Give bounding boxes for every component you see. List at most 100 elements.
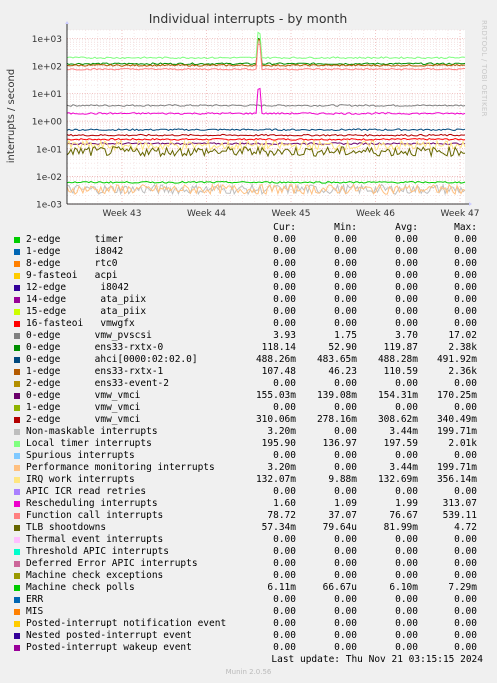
legend-min: 0.00 — [334, 558, 357, 569]
legend-cur: 0.00 — [273, 282, 296, 293]
legend-min: 0.00 — [334, 246, 357, 257]
legend-row: Threshold APIC interrupts 0.00 0.00 0.00 0.0… — [0, 546, 497, 558]
legend-label: Performance monitoring interrupts — [26, 462, 215, 473]
legend-row: 16-fasteoi vmwgfx 0.00 0.00 0.00 0.00 — [0, 318, 497, 330]
legend-min: 139.08m — [316, 390, 357, 401]
legend-cur: 6.11m — [267, 582, 296, 593]
legend-row: 2-edge vmw_vmci 310.06m 278.16m 308.62m 340.… — [0, 414, 497, 426]
header-cur: Cur: — [273, 222, 296, 233]
legend-min: 0.00 — [334, 426, 357, 437]
legend-cur: 0.00 — [273, 630, 296, 641]
legend-row: Non-maskable interrupts 3.20m 0.00 3.44m 199… — [0, 426, 497, 438]
legend-swatch — [14, 441, 20, 447]
legend-label: 2-edge ens33-event-2 — [26, 378, 169, 389]
legend-label: Deferred Error APIC interrupts — [26, 558, 198, 569]
legend-cur: 0.00 — [273, 246, 296, 257]
legend-max: 0.00 — [454, 618, 477, 629]
legend-max: 0.00 — [454, 606, 477, 617]
legend-min: 79.64u — [322, 522, 357, 533]
legend-row: APIC ICR read retries 0.00 0.00 0.00 0.00 — [0, 486, 497, 498]
y-tick-label: 1e+03 — [32, 35, 62, 45]
legend-swatch — [14, 477, 20, 483]
legend-swatch — [14, 573, 20, 579]
legend-swatch — [14, 393, 20, 399]
chart-title: Individual interrupts - by month — [149, 11, 348, 26]
legend-label: 1-edge ens33-rxtx-1 — [26, 366, 164, 377]
legend-max: 17.02 — [448, 330, 477, 341]
legend-row: Posted-interrupt wakeup event 0.00 0.00 0.0… — [0, 642, 497, 654]
legend-label: ERR — [26, 594, 44, 605]
legend-swatch — [14, 369, 20, 375]
legend-max: 0.00 — [454, 270, 477, 281]
x-tick-label: Week 44 — [187, 209, 226, 218]
chart-area: Individual interrupts - by month interru… — [6, 11, 480, 218]
legend-row: ERR 0.00 0.00 0.00 0.00 — [0, 594, 497, 606]
x-tick-label: Week 46 — [356, 209, 395, 218]
legend-label: Threshold APIC interrupts — [26, 546, 169, 557]
legend-min: 136.97 — [322, 438, 357, 449]
legend-label: Nested posted-interrupt event — [26, 630, 192, 641]
legend-swatch — [14, 405, 20, 411]
x-tick-label: Week 47 — [441, 209, 480, 218]
legend-cur: 310.06m — [255, 414, 296, 425]
legend-swatch — [14, 249, 20, 255]
legend-label: Function call interrupts — [26, 510, 164, 521]
legend-label: 0-edge ens33-rxtx-0 — [26, 342, 164, 353]
y-tick-label: 1e-01 — [36, 145, 62, 155]
legend-swatch — [14, 345, 20, 351]
legend-cur: 0.00 — [273, 306, 296, 317]
legend-label: 9-fasteoi acpi — [26, 270, 118, 281]
legend-cur: 78.72 — [267, 510, 296, 521]
legend-cur: 3.20m — [267, 462, 296, 473]
legend-min: 37.07 — [328, 510, 357, 521]
legend-min: 0.00 — [334, 570, 357, 581]
legend-row: 0-edge vmw_vmci 155.03m 139.08m 154.31m 170.… — [0, 390, 497, 402]
legend-min: 0.00 — [334, 378, 357, 389]
legend-max: 0.00 — [454, 282, 477, 293]
legend-row: Deferred Error APIC interrupts 0.00 0.00 0.… — [0, 558, 497, 570]
legend-cur: 195.90 — [261, 438, 296, 449]
legend-max: 340.49m — [436, 414, 477, 425]
legend-row: Posted-interrupt notification event 0.00 0… — [0, 618, 497, 630]
legend-cur: 0.00 — [273, 378, 296, 389]
legend-label: Posted-interrupt wakeup event — [26, 642, 192, 653]
legend-cur: 1.60 — [273, 498, 296, 509]
legend-min: 0.00 — [334, 258, 357, 269]
legend-label: Posted-interrupt notification event — [26, 618, 227, 629]
legend-row: Thermal event interrupts 0.00 0.00 0.00 0.00 — [0, 534, 497, 546]
legend-row: 9-fasteoi acpi 0.00 0.00 0.00 0.00 — [0, 270, 497, 282]
legend-cur: 0.00 — [273, 570, 296, 581]
legend-min: 9.88m — [328, 474, 357, 485]
legend-swatch — [14, 417, 20, 423]
legend-label: 16-fasteoi vmwgfx — [26, 318, 135, 329]
legend-swatch — [14, 645, 20, 651]
legend-cur: 0.00 — [273, 606, 296, 617]
legend-cur: 0.00 — [273, 270, 296, 281]
legend-min: 0.00 — [334, 402, 357, 413]
legend-label: 14-edge ata_piix — [26, 294, 147, 305]
legend-max: 0.00 — [454, 450, 477, 461]
legend-min: 0.00 — [334, 318, 357, 329]
legend-max: 4.72 — [454, 522, 477, 533]
legend-min: 0.00 — [334, 642, 357, 653]
legend-cur: 0.00 — [273, 558, 296, 569]
legend-max: 0.00 — [454, 570, 477, 581]
legend-header: Cur: Min: Avg: Max: — [0, 222, 497, 234]
legend-label: 12-edge i8042 — [26, 282, 129, 293]
legend-cur: 0.00 — [273, 294, 296, 305]
legend-min: 52.90 — [328, 342, 357, 353]
legend-label: Thermal event interrupts — [26, 534, 164, 545]
legend-label: MIS — [26, 606, 44, 617]
legend-max: 491.92m — [436, 354, 477, 365]
legend-max: 356.14m — [436, 474, 477, 485]
legend-swatch — [14, 489, 20, 495]
legend-cur: 0.00 — [273, 318, 296, 329]
legend-cur: 0.00 — [273, 546, 296, 557]
legend-row: 2-edge timer 0.00 0.00 0.00 0.00 — [0, 234, 497, 246]
legend-row: 0-edge ahci[0000:02:02.0] 488.26m 483.65m 4… — [0, 354, 497, 366]
legend-max: 0.00 — [454, 306, 477, 317]
rrdtool-watermark: RRDTOOL / TOBI OETIKER — [480, 20, 488, 117]
legend-label: Machine check exceptions — [26, 570, 164, 581]
legend-row: Spurious interrupts 0.00 0.00 0.00 0.00 — [0, 450, 497, 462]
y-tick-label: 1e+02 — [32, 62, 62, 72]
